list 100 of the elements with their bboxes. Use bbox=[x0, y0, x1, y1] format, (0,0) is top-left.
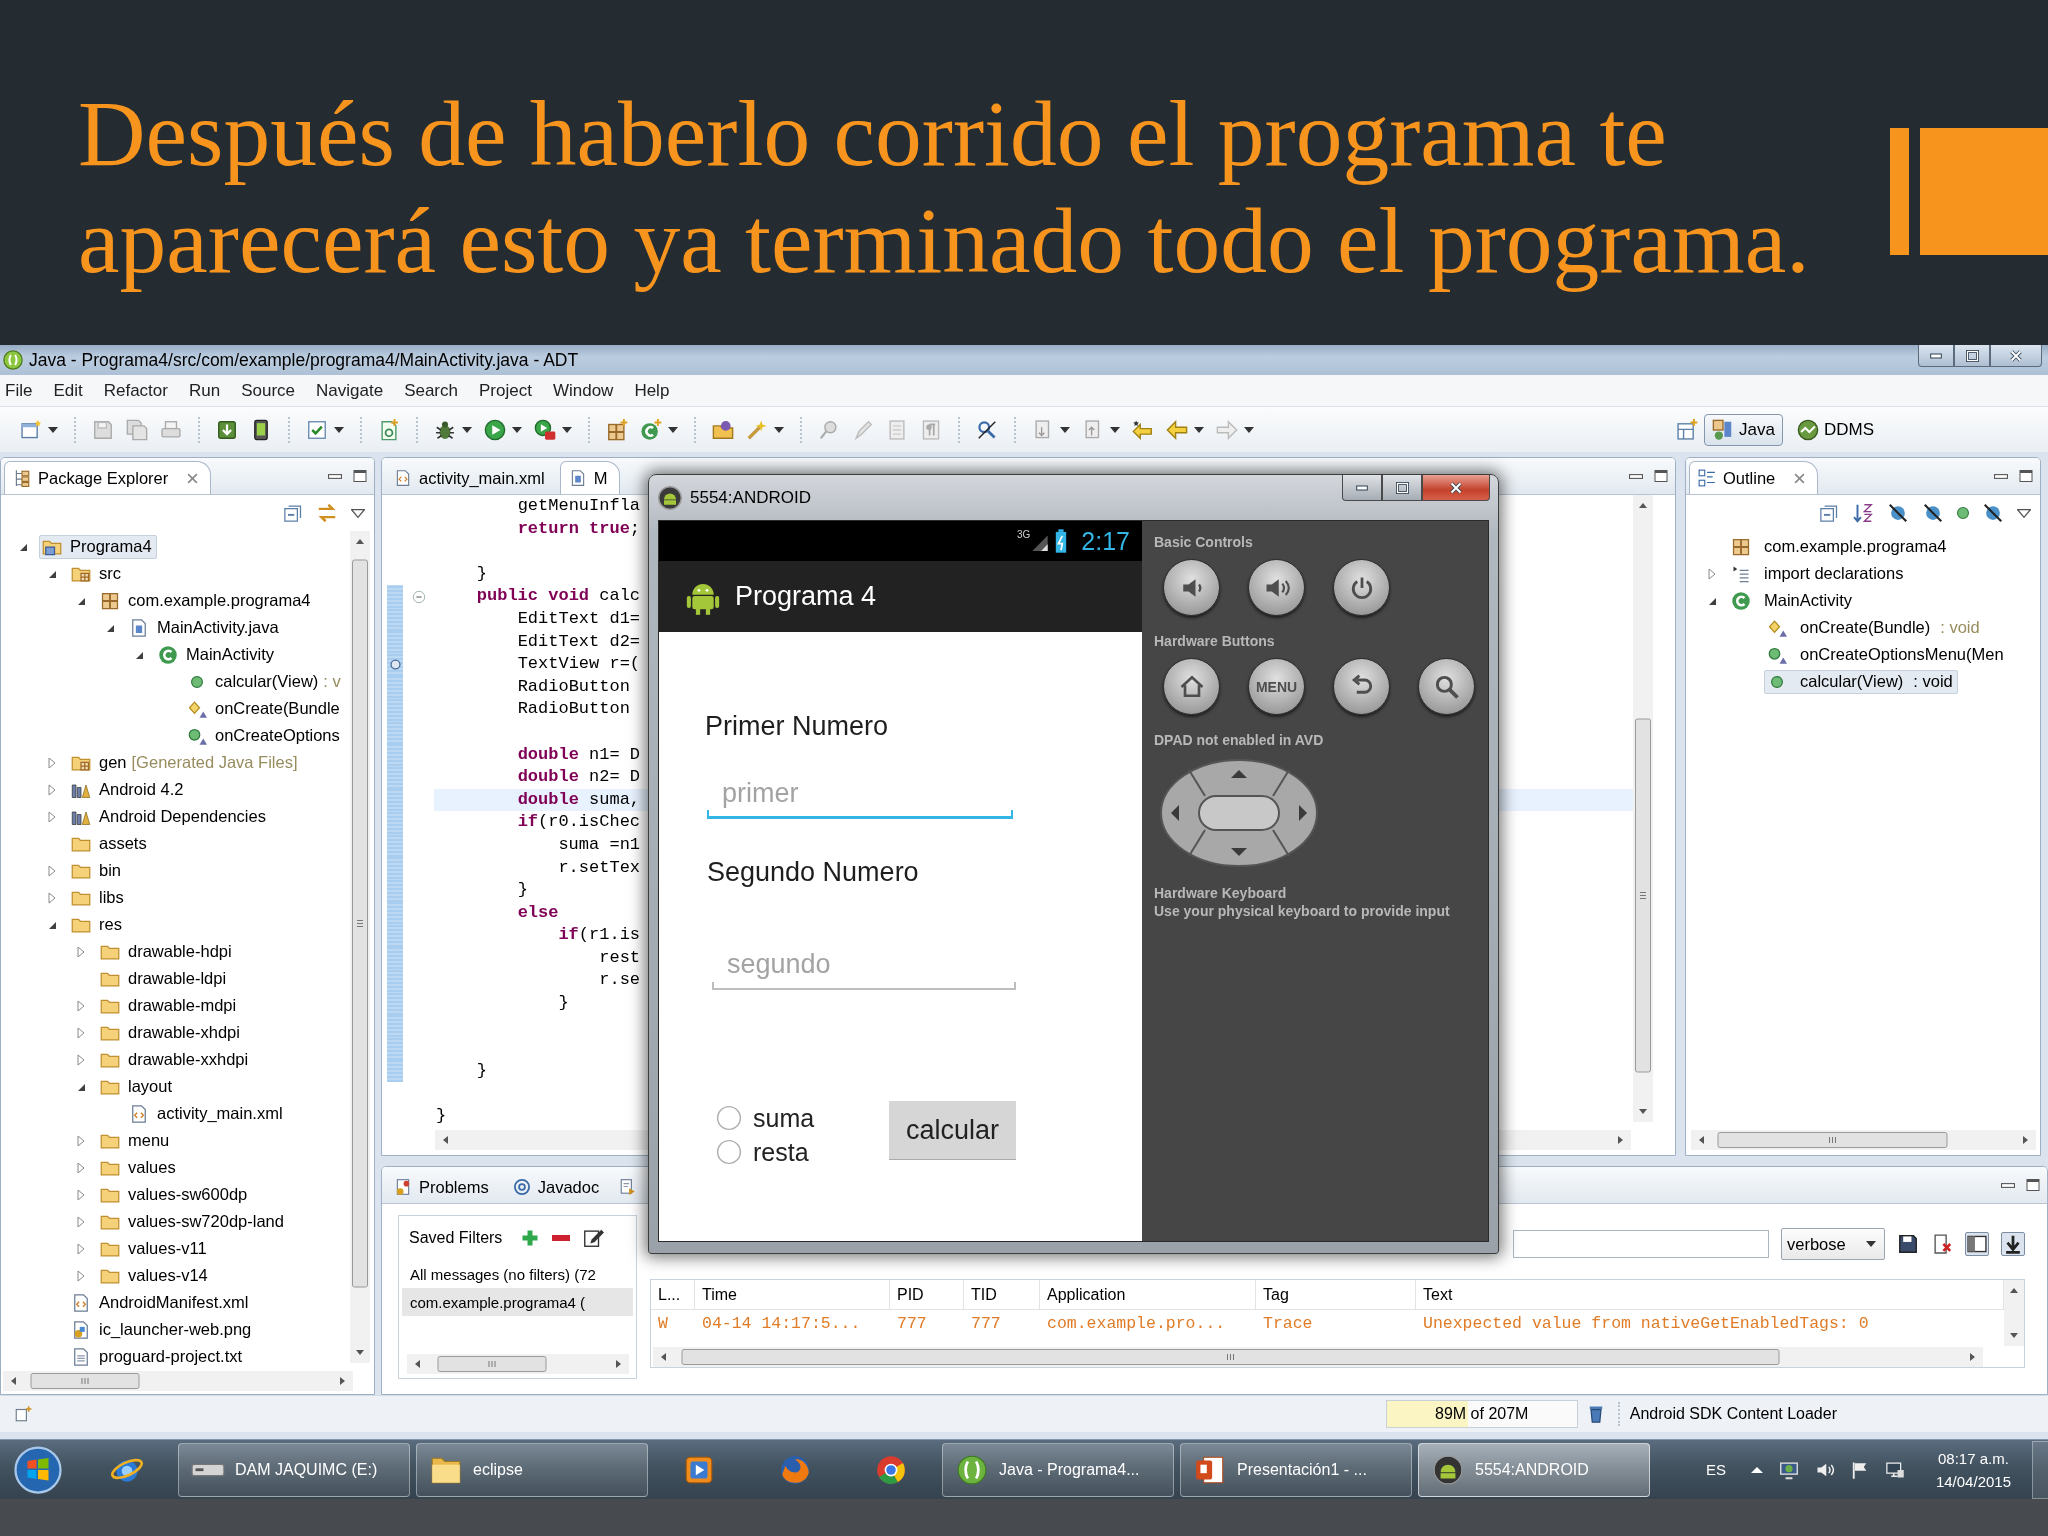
minimize-icon[interactable] bbox=[1994, 473, 2008, 479]
filter-field[interactable] bbox=[1513, 1230, 1769, 1258]
slashed-ball-icon[interactable] bbox=[1922, 502, 1944, 524]
search-button[interactable] bbox=[1418, 658, 1475, 715]
view-menu-icon[interactable] bbox=[2017, 508, 2031, 518]
tree-item[interactable]: com.example.programa4 bbox=[1728, 534, 1952, 559]
caret-icon[interactable] bbox=[334, 426, 344, 433]
tree-item[interactable]: calcular(View) : v bbox=[184, 669, 346, 694]
tree-item[interactable]: drawable-xxhdpi bbox=[97, 1047, 254, 1072]
caret-icon[interactable] bbox=[462, 426, 472, 433]
minimize-icon[interactable] bbox=[328, 473, 342, 479]
back-button[interactable] bbox=[1333, 658, 1390, 715]
tree-item[interactable]: drawable-hdpi bbox=[97, 939, 237, 964]
caret-icon[interactable] bbox=[48, 426, 58, 433]
maximize-button[interactable] bbox=[1954, 345, 1990, 367]
clock-date[interactable]: 14/04/2015 bbox=[1935, 1472, 2011, 1490]
close-button[interactable] bbox=[1990, 345, 2042, 367]
folder-ball-icon[interactable] bbox=[712, 418, 734, 441]
column-header[interactable]: Time bbox=[695, 1280, 890, 1309]
tree-item[interactable]: proguard-project.txt bbox=[68, 1344, 248, 1368]
column-header[interactable]: L... bbox=[651, 1280, 695, 1309]
caret-icon[interactable] bbox=[668, 426, 678, 433]
column-header[interactable]: Tag bbox=[1256, 1280, 1416, 1309]
menu-item[interactable]: Run bbox=[188, 380, 221, 401]
editor-tab[interactable]: M bbox=[559, 461, 621, 494]
package-plus-icon[interactable] bbox=[606, 418, 628, 441]
caret-icon[interactable] bbox=[1060, 426, 1070, 433]
menu-item[interactable]: Refactor bbox=[103, 380, 168, 401]
tree-item[interactable]: onCreate(Bundle bbox=[184, 696, 345, 721]
calculate-button[interactable]: calcular bbox=[889, 1101, 1016, 1160]
minimize-icon[interactable] bbox=[1629, 473, 1643, 479]
fast-view-icon[interactable] bbox=[14, 1405, 32, 1423]
level-dropdown[interactable]: verbose bbox=[1781, 1228, 1885, 1260]
tree-item[interactable]: calcular(View) : void bbox=[1764, 669, 1958, 694]
magnifier-slash-icon[interactable] bbox=[976, 418, 998, 441]
arrow-star-icon[interactable] bbox=[1132, 418, 1154, 441]
tree-item[interactable]: bin bbox=[68, 858, 127, 883]
maximize-icon[interactable] bbox=[352, 468, 368, 484]
maximize-icon[interactable] bbox=[2018, 468, 2034, 484]
volume-down-button[interactable] bbox=[1163, 559, 1220, 616]
menu-item[interactable]: Help bbox=[634, 380, 670, 401]
language-indicator[interactable]: ES bbox=[1705, 1461, 1726, 1478]
close-icon[interactable] bbox=[187, 472, 199, 484]
vertical-scrollbar[interactable] bbox=[350, 531, 370, 1363]
download-box-icon[interactable] bbox=[216, 418, 238, 441]
tree-item[interactable]: Android Dependencies bbox=[68, 804, 271, 829]
tree-item[interactable]: gen [Generated Java Files] bbox=[68, 750, 303, 775]
view-tab[interactable]: Problems bbox=[385, 1170, 502, 1203]
collapse-all-icon[interactable] bbox=[283, 503, 303, 523]
tree-item[interactable]: assets bbox=[68, 831, 152, 856]
show-desktop-button[interactable] bbox=[2032, 1440, 2048, 1499]
minimize-button[interactable] bbox=[1918, 345, 1954, 367]
editor-tab[interactable]: activity_main.xml bbox=[385, 461, 558, 494]
tree-item[interactable]: import declarations bbox=[1728, 561, 1909, 586]
caret-icon[interactable] bbox=[1194, 426, 1204, 433]
tree-item[interactable]: values-v11 bbox=[97, 1236, 212, 1261]
tree-item[interactable]: drawable-mdpi bbox=[97, 993, 242, 1018]
tree-item[interactable]: com.example.programa4 bbox=[97, 588, 316, 613]
slashed-ball-icon[interactable] bbox=[1887, 502, 1909, 524]
view-tab[interactable]: Javadoc bbox=[503, 1170, 613, 1203]
view-menu-icon[interactable] bbox=[351, 508, 365, 518]
tree-item[interactable]: drawable-ldpi bbox=[97, 966, 232, 991]
home-button[interactable] bbox=[1163, 658, 1220, 715]
tree-item[interactable]: menu bbox=[97, 1128, 175, 1153]
tree-item[interactable]: res bbox=[68, 912, 127, 937]
radio-option[interactable]: resta bbox=[716, 1135, 809, 1169]
taskbar-button[interactable]: eclipse bbox=[416, 1442, 648, 1497]
view-tab[interactable]: Package Explorer bbox=[4, 461, 212, 494]
tree-item[interactable]: ic_launcher-web.png bbox=[68, 1317, 257, 1342]
left-arrow-icon[interactable] bbox=[1166, 418, 1188, 441]
close-button[interactable] bbox=[1422, 475, 1490, 501]
play-icon[interactable] bbox=[484, 418, 506, 441]
tree-item[interactable]: onCreateOptions bbox=[184, 723, 345, 748]
tree-item[interactable]: layout bbox=[97, 1074, 178, 1099]
maximize-button[interactable] bbox=[1382, 475, 1422, 501]
caret-icon[interactable] bbox=[1244, 426, 1254, 433]
tree-item[interactable]: Programa4 bbox=[39, 534, 157, 559]
radio-option[interactable]: suma bbox=[716, 1101, 815, 1135]
class-plus-icon[interactable] bbox=[640, 418, 662, 441]
maximize-icon[interactable] bbox=[1653, 468, 1669, 484]
tree-item[interactable]: values-v14 bbox=[97, 1263, 213, 1288]
window-plus-icon[interactable] bbox=[1676, 418, 1698, 441]
collapse-all-icon[interactable] bbox=[1819, 503, 1839, 523]
minimize-icon[interactable] bbox=[2001, 1182, 2015, 1188]
floppy-icon[interactable] bbox=[1897, 1233, 1919, 1255]
column-header[interactable]: PID bbox=[890, 1280, 964, 1309]
filter-item[interactable]: All messages (no filters) (72 bbox=[402, 1260, 633, 1288]
minimize-button[interactable] bbox=[1342, 475, 1382, 501]
dot-icon[interactable] bbox=[1957, 507, 1969, 519]
tree-item[interactable]: AndroidManifest.xml bbox=[68, 1290, 254, 1315]
tree-item[interactable]: values bbox=[97, 1155, 181, 1180]
menu-item[interactable]: Edit bbox=[53, 380, 83, 401]
tree-item[interactable]: values-sw720dp-land bbox=[97, 1209, 289, 1234]
slashed-ball-icon[interactable] bbox=[1982, 502, 2004, 524]
tree-item[interactable]: Android 4.2 bbox=[68, 777, 189, 802]
page-plus-icon[interactable] bbox=[378, 418, 400, 441]
caret-icon[interactable] bbox=[1110, 426, 1120, 433]
column-header[interactable]: Application bbox=[1040, 1280, 1256, 1309]
play-toolbox-icon[interactable] bbox=[534, 418, 556, 441]
menu-item[interactable]: File bbox=[5, 380, 33, 401]
